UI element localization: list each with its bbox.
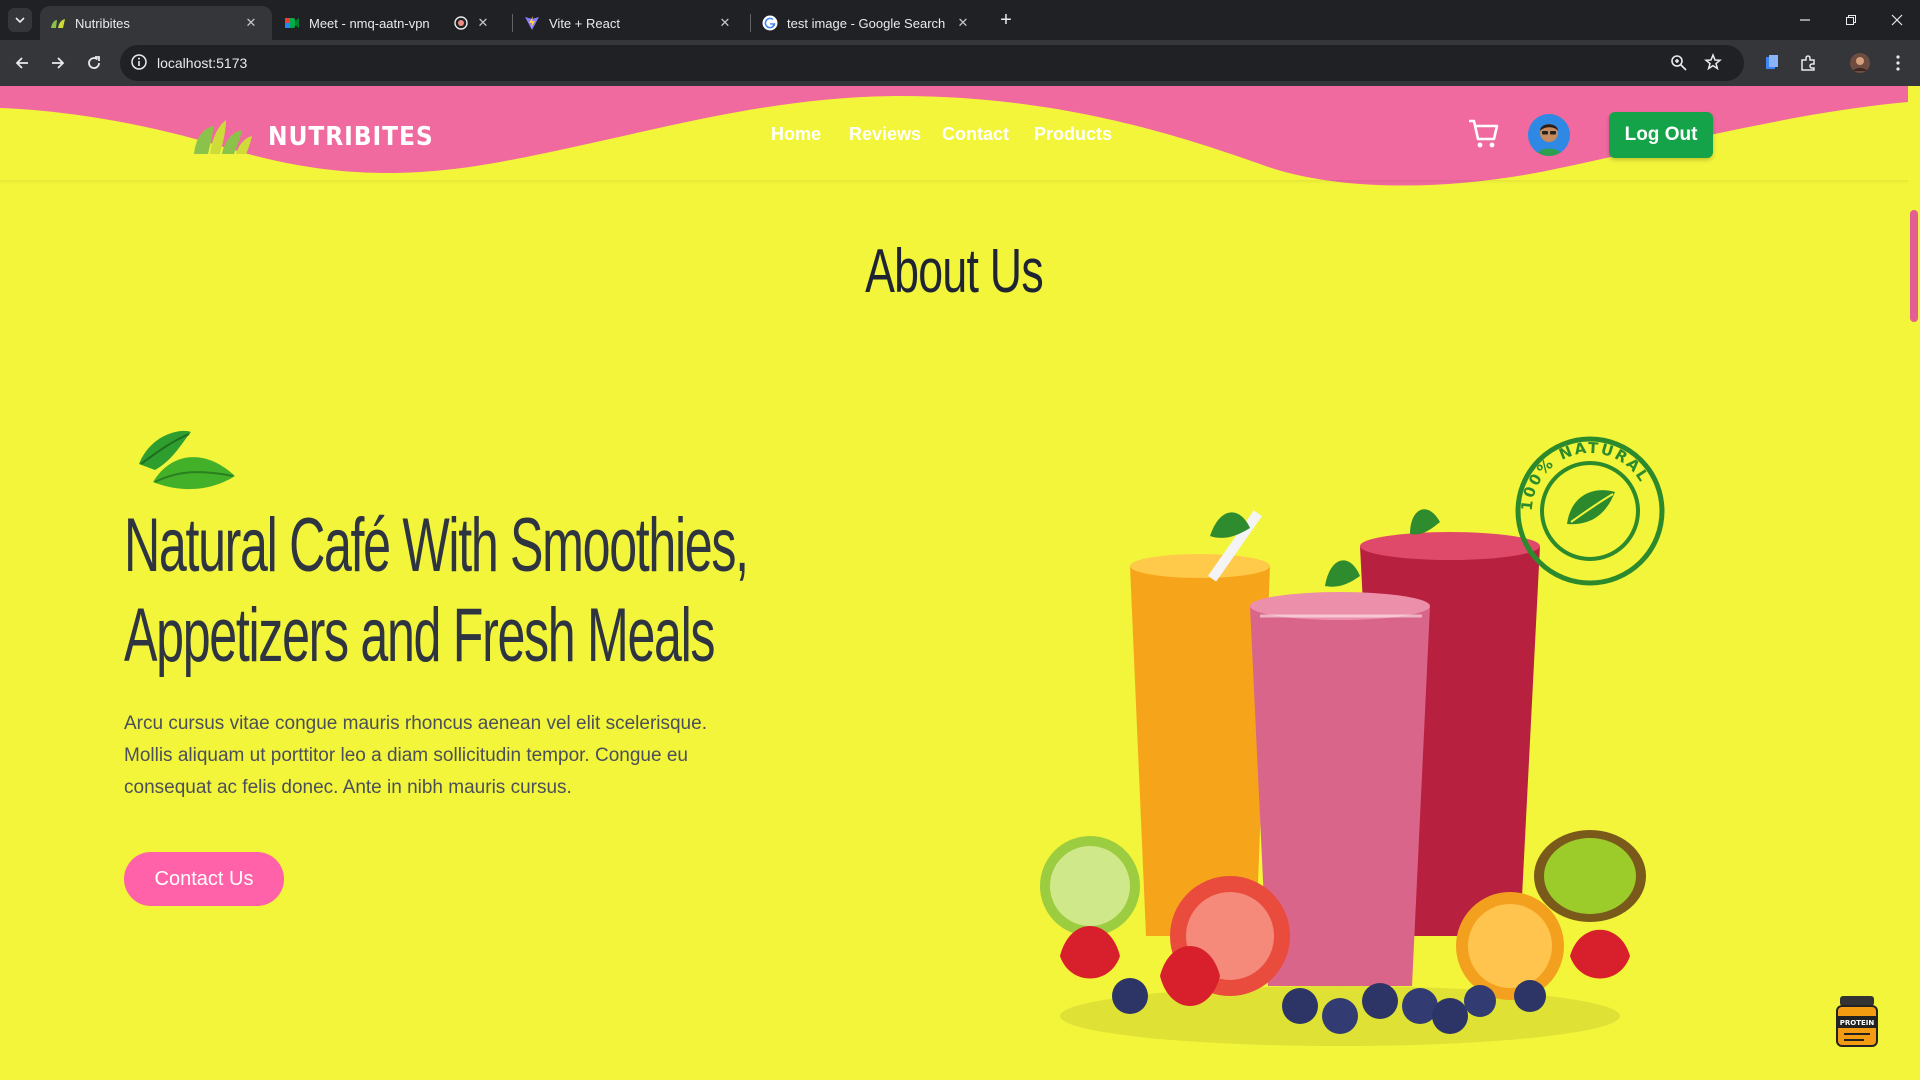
extensions-puzzle-icon[interactable] [1794, 49, 1822, 77]
tab-search-button[interactable] [8, 8, 32, 32]
logo-mark-icon [194, 120, 252, 154]
cart-icon[interactable] [1467, 117, 1501, 156]
brand-name: NUTRIBITES [268, 122, 434, 152]
tab-nutribites[interactable]: Nutribites ✕ [40, 6, 272, 40]
navbar-shadow [0, 180, 1908, 184]
close-window-button[interactable] [1874, 0, 1920, 40]
google-meet-icon [284, 15, 300, 31]
page-scrollbar-thumb[interactable] [1910, 210, 1918, 322]
tab-title: Nutribites [75, 15, 130, 31]
browser-menu-icon[interactable] [1884, 49, 1912, 77]
nav-contact-link[interactable]: Contact [942, 124, 1009, 145]
natural-stamp-badge: 100% NATURAL [1515, 436, 1665, 586]
close-tab-icon[interactable]: ✕ [716, 14, 734, 32]
bookmark-star-icon[interactable] [1704, 52, 1722, 76]
leaf-icon [139, 430, 235, 490]
contact-us-button[interactable]: Contact Us [124, 852, 284, 906]
site-info-icon[interactable] [130, 53, 148, 76]
logout-button[interactable]: Log Out [1609, 112, 1713, 158]
user-avatar[interactable] [1528, 114, 1570, 156]
web-page: NUTRIBITES Home Reviews Contact Products… [0, 86, 1908, 1080]
brand-logo[interactable]: NUTRIBITES [192, 118, 452, 156]
tab-meet[interactable]: Meet - nmq-aatn-vpn ✕ [274, 6, 504, 40]
section-title: About Us [865, 237, 1044, 306]
back-button[interactable] [8, 49, 36, 77]
tab-title: Vite + React [549, 15, 620, 31]
minimize-button[interactable] [1782, 0, 1828, 40]
browser-toolbar: localhost:5173 [0, 40, 1920, 86]
google-icon [762, 15, 778, 31]
vite-icon [524, 15, 540, 31]
hero-headline-line-2: Appetizers and Fresh Meals [124, 593, 716, 678]
hero-headline-line-1: Natural Café With Smoothies, [124, 503, 749, 588]
tab-vite[interactable]: Vite + React ✕ [514, 6, 746, 40]
zoom-icon[interactable] [1670, 54, 1688, 77]
close-tab-icon[interactable]: ✕ [242, 14, 260, 32]
protein-jar-icon[interactable]: PROTEIN [1834, 994, 1880, 1048]
hero-paragraph: Arcu cursus vitae congue mauris rhoncus … [124, 713, 707, 798]
new-tab-button[interactable]: + [994, 8, 1018, 32]
browser-tab-bar: Nutribites ✕ Meet - nmq-aatn-vpn ✕ Vite … [0, 0, 1920, 40]
nutribites-favicon-icon [50, 15, 66, 31]
reload-button[interactable] [80, 49, 108, 77]
close-tab-icon[interactable]: ✕ [474, 14, 492, 32]
close-tab-icon[interactable]: ✕ [954, 14, 972, 32]
restore-button[interactable] [1828, 0, 1874, 40]
nav-reviews-link[interactable]: Reviews [849, 124, 921, 145]
url-text: localhost:5173 [157, 55, 248, 71]
nav-products-link[interactable]: Products [1034, 124, 1112, 145]
protein-label: PROTEIN [1840, 1019, 1875, 1027]
tab-title: Meet - nmq-aatn-vpn [309, 15, 430, 31]
profile-avatar-icon[interactable] [1846, 49, 1874, 77]
tab-divider [750, 14, 751, 32]
address-bar[interactable]: localhost:5173 [120, 45, 1744, 81]
recording-indicator-icon [452, 14, 470, 32]
nav-home-link[interactable]: Home [771, 124, 821, 145]
tab-divider [512, 14, 513, 32]
forward-button[interactable] [44, 49, 72, 77]
tab-google-search[interactable]: test image - Google Search ✕ [752, 6, 984, 40]
tab-title: test image - Google Search [787, 15, 946, 31]
extension-docs-icon[interactable] [1758, 49, 1786, 77]
